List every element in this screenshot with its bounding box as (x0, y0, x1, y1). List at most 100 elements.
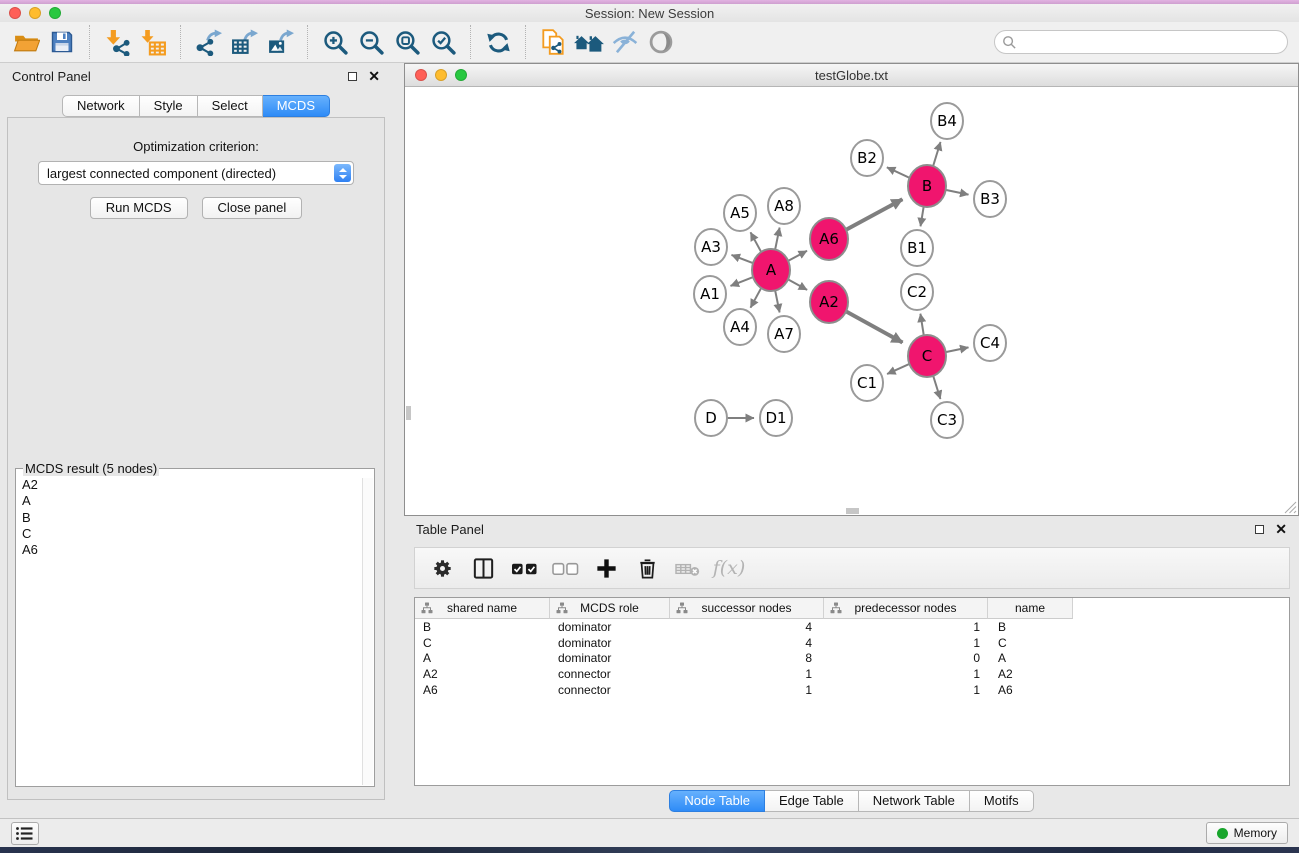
graph-node-A8[interactable]: A8 (768, 188, 800, 224)
save-session-button[interactable] (46, 26, 78, 58)
run-mcds-button[interactable]: Run MCDS (90, 197, 188, 219)
table-cell[interactable]: dominator (550, 636, 670, 650)
table-cell[interactable]: 1 (824, 620, 988, 634)
tab-edge-table[interactable]: Edge Table (765, 790, 859, 812)
resize-grip[interactable] (1284, 501, 1297, 514)
search-box[interactable] (994, 30, 1288, 54)
tab-network-table[interactable]: Network Table (859, 790, 970, 812)
close-table-panel-icon[interactable]: ✕ (1275, 524, 1287, 534)
network-minimize-button[interactable] (435, 69, 447, 81)
open-file-button[interactable] (10, 26, 42, 58)
graph-node-D[interactable]: D (695, 400, 727, 436)
graph-node-C2[interactable]: C2 (901, 274, 933, 310)
column-header-shared-name[interactable]: shared name (415, 598, 550, 619)
mcds-result-item[interactable]: C (22, 526, 374, 542)
close-window-button[interactable] (9, 7, 21, 19)
graph-node-A6[interactable]: A6 (810, 218, 848, 260)
graph-node-B4[interactable]: B4 (931, 103, 963, 139)
tab-mcds[interactable]: MCDS (263, 95, 330, 117)
table-row[interactable]: Adominator80A (415, 651, 1289, 667)
zoom-selected-button[interactable] (427, 26, 459, 58)
select-stepper[interactable] (334, 164, 351, 182)
horizontal-scrollbar-thumb[interactable] (846, 508, 859, 514)
graph-node-B2[interactable]: B2 (851, 140, 883, 176)
mcds-result-item[interactable]: A (22, 493, 374, 509)
graph-node-B3[interactable]: B3 (974, 181, 1006, 217)
search-input[interactable] (1017, 35, 1280, 50)
function-builder-button[interactable]: f(x) (712, 551, 746, 585)
graph-node-A3[interactable]: A3 (695, 229, 727, 265)
float-table-panel-icon[interactable] (1255, 525, 1264, 534)
refresh-view-button[interactable] (482, 26, 514, 58)
criterion-select[interactable]: largest connected component (directed) (38, 161, 354, 185)
column-header-successor-nodes[interactable]: successor nodes (670, 598, 824, 619)
graph-node-A1[interactable]: A1 (694, 276, 726, 312)
network-canvas[interactable]: B4B2BB3A5A8A6B1A3AA1C2A2A4A7C4CC1C3DD1 (405, 88, 1298, 515)
table-cell[interactable]: A2 (415, 667, 550, 681)
table-cell[interactable]: dominator (550, 651, 670, 665)
table-cell[interactable]: C (415, 636, 550, 650)
column-header-predecessor-nodes[interactable]: predecessor nodes (824, 598, 988, 619)
tab-motifs[interactable]: Motifs (970, 790, 1034, 812)
hide-graphics-details-button[interactable] (609, 26, 641, 58)
delete-button[interactable] (630, 551, 664, 585)
table-cell[interactable]: B (988, 620, 1073, 634)
graph-node-A[interactable]: A (752, 249, 790, 291)
graph-node-B[interactable]: B (908, 165, 946, 207)
float-panel-icon[interactable] (348, 72, 357, 81)
graph-node-A7[interactable]: A7 (768, 316, 800, 352)
show-home-button[interactable] (573, 26, 605, 58)
table-cell[interactable]: dominator (550, 620, 670, 634)
mcds-result-item[interactable]: B (22, 510, 374, 526)
unselect-all-button[interactable] (548, 551, 582, 585)
table-cell[interactable]: 8 (670, 651, 824, 665)
graph-node-A2[interactable]: A2 (810, 281, 848, 323)
table-cell[interactable]: 0 (824, 651, 988, 665)
import-table-button[interactable] (137, 26, 169, 58)
network-close-button[interactable] (415, 69, 427, 81)
table-cell[interactable]: A (415, 651, 550, 665)
table-cell[interactable]: A6 (988, 683, 1073, 697)
table-cell[interactable]: A2 (988, 667, 1073, 681)
table-cell[interactable]: connector (550, 667, 670, 681)
table-row[interactable]: Cdominator41C (415, 635, 1289, 651)
graph-node-D1[interactable]: D1 (760, 400, 792, 436)
column-header-name[interactable]: name (988, 598, 1073, 619)
tab-network[interactable]: Network (62, 95, 140, 117)
table-cell[interactable]: 1 (824, 667, 988, 681)
graph-node-B1[interactable]: B1 (901, 230, 933, 266)
tab-node-table[interactable]: Node Table (669, 790, 765, 812)
show-task-history-button[interactable] (11, 822, 39, 845)
zoom-fit-button[interactable] (391, 26, 423, 58)
graph-node-C1[interactable]: C1 (851, 365, 883, 401)
show-graphics-details-button[interactable] (645, 26, 677, 58)
graph-node-A5[interactable]: A5 (724, 195, 756, 231)
graph-node-C4[interactable]: C4 (974, 325, 1006, 361)
column-header-mcds-role[interactable]: MCDS role (550, 598, 670, 619)
table-cell[interactable]: 4 (670, 636, 824, 650)
table-cell[interactable]: 1 (670, 683, 824, 697)
export-table-button[interactable] (228, 26, 260, 58)
add-button[interactable] (589, 551, 623, 585)
zoom-in-button[interactable] (319, 26, 351, 58)
table-cell[interactable]: 4 (670, 620, 824, 634)
zoom-window-button[interactable] (49, 7, 61, 19)
table-cell[interactable]: B (415, 620, 550, 634)
table-cell[interactable]: A6 (415, 683, 550, 697)
show-column-button[interactable] (466, 551, 500, 585)
create-network-view-button[interactable] (537, 26, 569, 58)
export-image-button[interactable] (264, 26, 296, 58)
table-cell[interactable]: 1 (670, 667, 824, 681)
table-cell[interactable]: connector (550, 683, 670, 697)
table-cell[interactable]: 1 (824, 636, 988, 650)
close-panel-icon[interactable]: ✕ (368, 71, 380, 81)
table-row[interactable]: Bdominator41B (415, 619, 1289, 635)
graph-node-C[interactable]: C (908, 335, 946, 377)
tab-select[interactable]: Select (198, 95, 263, 117)
table-cell[interactable]: C (988, 636, 1073, 650)
close-panel-button[interactable]: Close panel (202, 197, 303, 219)
table-cell[interactable]: 1 (824, 683, 988, 697)
zoom-out-button[interactable] (355, 26, 387, 58)
vertical-scrollbar-thumb[interactable] (406, 406, 411, 420)
delete-table-button[interactable] (671, 551, 705, 585)
